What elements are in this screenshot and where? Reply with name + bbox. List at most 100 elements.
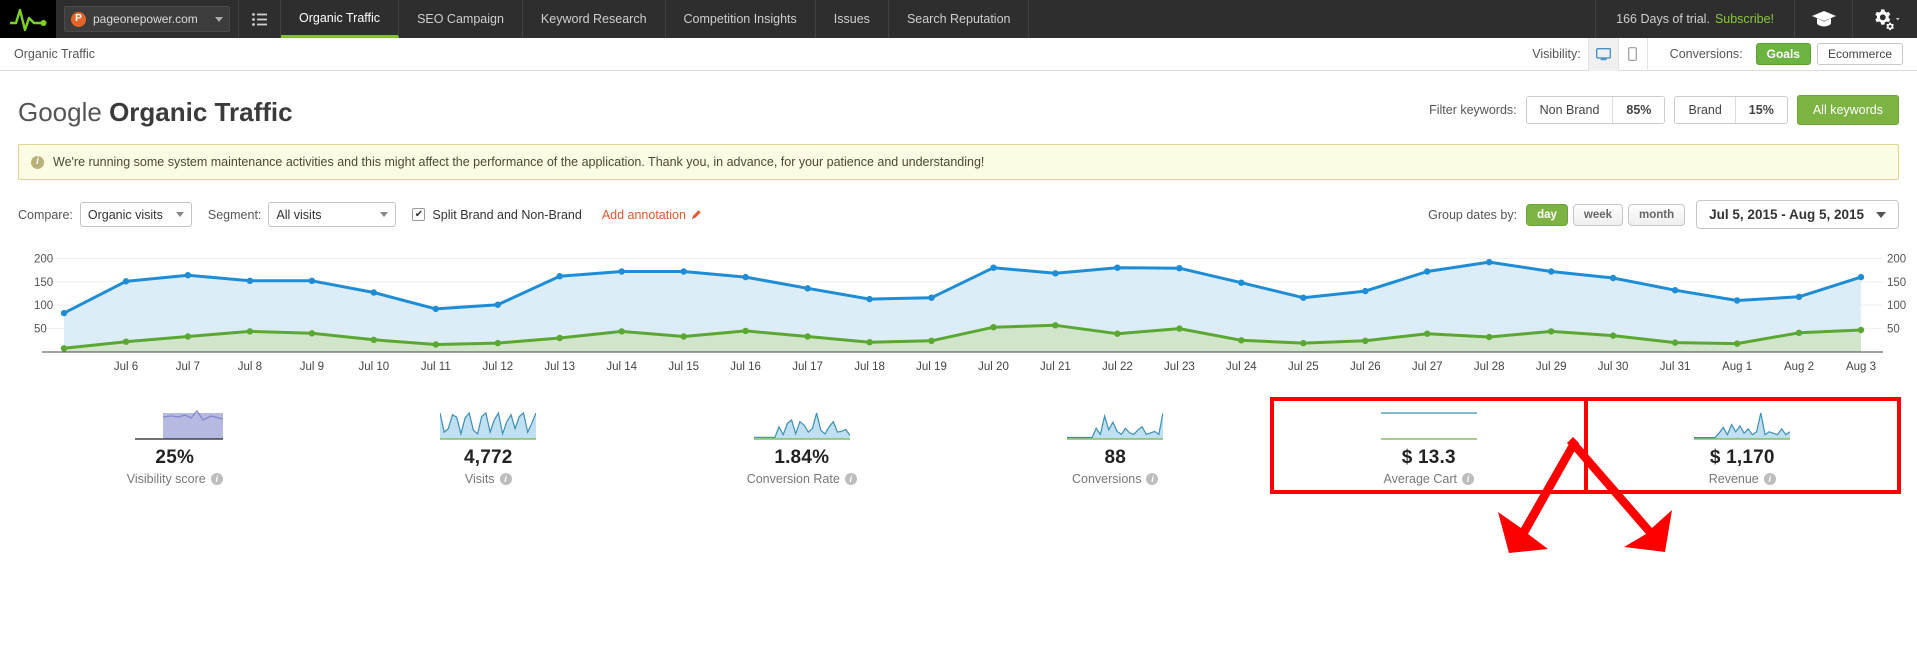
metric-average-cart[interactable]: $ 13.3 Average Cart i	[1270, 397, 1588, 494]
site-selector-container: P pageonepower.com	[56, 0, 239, 38]
svg-text:100: 100	[1887, 300, 1906, 312]
filter-keywords-label: Filter keywords:	[1429, 103, 1517, 117]
svg-text:Jul 13: Jul 13	[544, 361, 575, 373]
brand-filter-button[interactable]: Brand 15%	[1674, 96, 1788, 124]
revenue-value: $ 1,170	[1709, 447, 1775, 468]
add-annotation-link[interactable]: Add annotation	[602, 208, 702, 222]
svg-text:Jul 29: Jul 29	[1536, 361, 1567, 373]
segment-select[interactable]: All visits	[268, 202, 397, 227]
tab-label: Organic Traffic	[299, 10, 381, 25]
svg-text:Jul 14: Jul 14	[606, 361, 637, 373]
svg-text:100: 100	[34, 300, 53, 312]
average-cart-value: $ 13.3	[1401, 447, 1456, 468]
svg-text:Jul 11: Jul 11	[421, 361, 451, 373]
visibility-label: Visibility:	[1532, 47, 1581, 61]
non-brand-percent: 85%	[1612, 97, 1665, 123]
main-nav-tabs: Organic Traffic SEO Campaign Keyword Res…	[281, 0, 1030, 38]
visibility-mobile-button[interactable]	[1617, 37, 1648, 71]
group-by-week-button[interactable]: week	[1572, 203, 1624, 226]
average-cart-sparkline	[1380, 412, 1477, 440]
checkbox-box[interactable]: ✔	[412, 208, 426, 221]
svg-text:Jul 19: Jul 19	[916, 361, 947, 373]
svg-text:50: 50	[1887, 324, 1900, 336]
visibility-score-value: 25%	[155, 447, 195, 468]
app-logo[interactable]	[0, 0, 56, 38]
metric-conversions[interactable]: 88 Conversions i	[959, 399, 1273, 492]
svg-text:Jul 16: Jul 16	[730, 361, 761, 373]
tab-organic-traffic[interactable]: Organic Traffic	[281, 0, 400, 38]
svg-text:Jul 15: Jul 15	[668, 361, 699, 373]
organic-traffic-chart[interactable]: 50 50 100 100 150 150 200 200 Jul 6 Jul 7 Jul 8 Jul…	[14, 237, 1906, 385]
visibility-score-sparkline	[134, 409, 223, 440]
page-title-prefix: Google	[18, 97, 110, 127]
tab-seo-campaign[interactable]: SEO Campaign	[399, 0, 523, 38]
info-icon[interactable]: i	[1461, 473, 1474, 485]
conversion-rate-caption: Conversion Rate i	[747, 472, 857, 486]
chart-canvas: 50 50 100 100 150 150 200 200 Jul 6 Jul 7 Jul 8 Jul…	[34, 253, 1906, 373]
date-range-value: Jul 5, 2015 - Aug 5, 2015	[1709, 207, 1864, 222]
svg-text:Jul 22: Jul 22	[1102, 361, 1133, 373]
info-icon[interactable]: i	[844, 473, 857, 485]
svg-text:Jul 23: Jul 23	[1164, 361, 1195, 373]
tab-label: Issues	[833, 12, 870, 26]
svg-text:200: 200	[34, 253, 53, 265]
svg-text:Jul 12: Jul 12	[482, 361, 513, 373]
info-icon[interactable]: i	[210, 473, 223, 485]
svg-text:Jul 8: Jul 8	[238, 361, 262, 373]
svg-text:Jul 10: Jul 10	[358, 361, 389, 373]
list-menu-button[interactable]	[239, 0, 281, 38]
average-cart-caption: Average Cart i	[1384, 472, 1474, 486]
site-favicon-icon: P	[71, 11, 86, 27]
info-icon[interactable]: i	[1763, 473, 1776, 485]
breadcrumb: Organic Traffic	[14, 47, 96, 61]
svg-text:Jul 25: Jul 25	[1288, 361, 1319, 373]
visibility-score-label: Visibility score	[126, 472, 206, 486]
tab-search-reputation[interactable]: Search Reputation	[889, 0, 1030, 38]
segment-label: Segment:	[207, 207, 262, 222]
tab-issues[interactable]: Issues	[816, 0, 889, 38]
tab-competition-insights[interactable]: Competition Insights	[666, 0, 816, 38]
brand-label[interactable]: Brand	[1675, 97, 1735, 123]
non-brand-filter-button[interactable]: Non Brand 85%	[1525, 96, 1666, 124]
svg-text:Aug 2: Aug 2	[1784, 361, 1814, 373]
svg-text:200: 200	[1887, 253, 1906, 265]
settings-button[interactable]	[1853, 0, 1917, 38]
split-brand-label: Split Brand and Non-Brand	[432, 207, 582, 222]
all-keywords-button[interactable]: All keywords	[1796, 95, 1899, 125]
visibility-score-caption: Visibility score i	[127, 472, 223, 486]
compare-select[interactable]: Organic visits	[79, 202, 192, 227]
non-brand-label[interactable]: Non Brand	[1526, 97, 1613, 123]
visits-value: 4,772	[463, 447, 513, 468]
desktop-monitor-icon	[1595, 47, 1611, 60]
visits-sparkline	[440, 411, 537, 440]
conversions-ecommerce-button[interactable]: Ecommerce	[1816, 43, 1903, 65]
site-name-label: pageonepower.com	[93, 12, 198, 26]
group-by-month-button[interactable]: month	[1628, 203, 1686, 226]
page-title-row: Google Organic Traffic Filter keywords: …	[14, 71, 1903, 138]
info-icon[interactable]: i	[1146, 473, 1159, 485]
svg-text:Jul 9: Jul 9	[300, 361, 324, 373]
pulse-logo-icon	[10, 8, 47, 32]
metric-visits[interactable]: 4,772 Visits i	[332, 399, 646, 492]
metric-conversion-rate[interactable]: 1.84% Conversion Rate i	[645, 399, 959, 492]
group-by-day-button[interactable]: day	[1526, 203, 1568, 226]
visibility-desktop-button[interactable]	[1587, 37, 1618, 71]
academy-button[interactable]	[1795, 0, 1853, 38]
subscribe-link[interactable]: Subscribe!	[1715, 12, 1774, 26]
split-brand-checkbox[interactable]: ✔ Split Brand and Non-Brand	[412, 207, 582, 222]
date-range-picker[interactable]: Jul 5, 2015 - Aug 5, 2015	[1696, 200, 1899, 229]
svg-text:Jul 26: Jul 26	[1350, 361, 1381, 373]
info-icon[interactable]: i	[499, 473, 512, 485]
conversions-goals-button[interactable]: Goals	[1755, 43, 1811, 65]
list-menu-icon	[252, 12, 267, 26]
gear-icon	[1875, 9, 1900, 31]
tab-keyword-research[interactable]: Keyword Research	[523, 0, 666, 38]
conversion-rate-sparkline	[753, 412, 850, 440]
add-annotation-label: Add annotation	[601, 207, 686, 222]
svg-text:Jul 24: Jul 24	[1226, 361, 1257, 373]
metric-visibility-score[interactable]: 25% Visibility score i	[18, 399, 332, 492]
site-selector[interactable]: P pageonepower.com	[64, 6, 230, 32]
metric-revenue[interactable]: $ 1,170 Revenue i	[1583, 397, 1901, 494]
pencil-icon	[691, 210, 701, 219]
mobile-phone-icon	[1628, 47, 1638, 61]
